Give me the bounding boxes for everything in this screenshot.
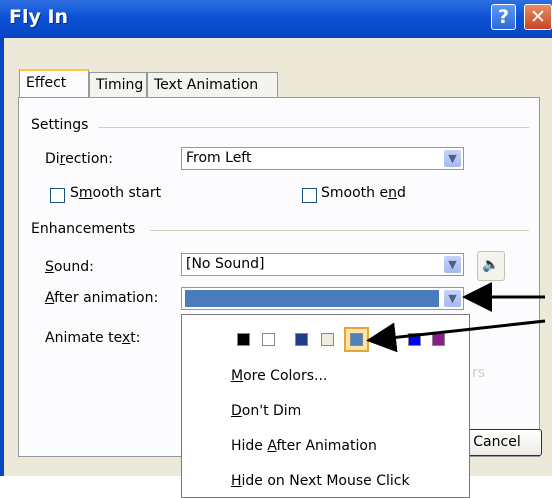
fly-in-dialog: Fly In ? ✕ Effect Timing Text Animation … [0,0,552,498]
arrow-to-selected-swatch [366,319,546,353]
annotation-arrows [366,282,546,353]
